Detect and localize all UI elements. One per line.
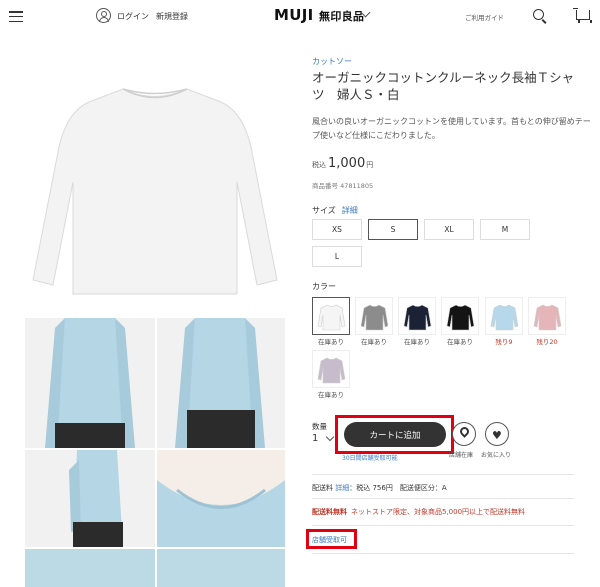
favorite-button[interactable]: ♥ [485, 422, 509, 446]
chevron-down-icon[interactable] [325, 432, 335, 442]
search-icon[interactable] [533, 9, 544, 20]
quantity-label: 数量 [312, 422, 327, 431]
user-icon[interactable] [96, 8, 111, 23]
add-to-cart-highlight: カートに追加 [335, 415, 454, 454]
site-header: ログイン 新規登録 MUJI 無印良品 ご利用ガイド [0, 0, 600, 34]
stock-status: 残り9 [495, 338, 513, 346]
product-thumbnail[interactable] [25, 549, 155, 587]
store-pickup-link[interactable]: 店舗受取可 [312, 535, 347, 545]
product-thumbnail[interactable] [157, 549, 285, 587]
product-thumbnail[interactable] [25, 450, 155, 547]
color-swatch-light-blue[interactable] [485, 297, 523, 335]
stock-status: 在庫あり [447, 338, 473, 346]
pickup-note[interactable]: 30日間店舗受取可能 [342, 453, 398, 462]
free-shipping-info: 配送料無料 ネットストア限定、対象商品5,000円以上で配送料無料 [312, 508, 526, 516]
store-stock-button[interactable] [452, 422, 476, 446]
main-product-image[interactable] [25, 62, 285, 307]
menu-icon[interactable] [9, 11, 23, 22]
price: 税込 1,000 円 [312, 156, 374, 171]
color-swatch-navy[interactable] [398, 297, 436, 335]
store-stock-label: 店舗在庫 [449, 452, 474, 459]
muji-logo[interactable]: MUJI 無印良品 [274, 6, 364, 24]
price-value: 1,000 [328, 156, 366, 171]
quantity-select[interactable]: 1 [312, 433, 318, 444]
color-label: カラー [312, 282, 336, 291]
login-link[interactable]: ログイン [117, 11, 149, 22]
register-link[interactable]: 新規登録 [156, 11, 188, 22]
stock-status: 在庫あり [318, 391, 344, 399]
size-option[interactable]: XS [312, 219, 362, 240]
color-swatch-pink[interactable] [528, 297, 566, 335]
product-thumbnail[interactable] [25, 318, 155, 448]
divider [312, 498, 574, 499]
color-swatch-white[interactable] [312, 297, 350, 335]
size-detail-link[interactable]: 詳細 [342, 206, 358, 215]
color-swatch-gray[interactable] [355, 297, 393, 335]
size-option[interactable]: L [312, 246, 362, 267]
location-pin-icon [458, 425, 471, 438]
guide-link[interactable]: ご利用ガイド [465, 12, 504, 22]
size-label: サイズ 詳細 [312, 206, 358, 215]
store-pickup-highlight: 店舗受取可 [306, 529, 357, 549]
size-option[interactable]: M [480, 219, 530, 240]
cart-icon[interactable] [573, 8, 592, 23]
heart-icon: ♥ [492, 429, 502, 442]
size-option[interactable]: XL [424, 219, 474, 240]
divider [312, 525, 574, 526]
product-thumbnail[interactable] [157, 318, 285, 448]
shipping-detail-link[interactable]: 詳細 [335, 484, 349, 492]
size-option[interactable]: S [368, 219, 418, 240]
shipping-info: 配送料 詳細：税込 756円 配送便区分：A [312, 484, 447, 492]
product-category[interactable]: カットソー [312, 56, 352, 67]
divider [312, 474, 574, 475]
color-swatch-lavender[interactable] [312, 350, 350, 388]
stock-status: 在庫あり [318, 338, 344, 346]
stock-status: 残り20 [536, 338, 558, 346]
divider [312, 553, 574, 554]
stock-status: 在庫あり [404, 338, 430, 346]
product-title: オーガニックコットンクルーネック長袖Ｔシャツ 婦人Ｓ・白 [312, 70, 575, 102]
product-thumbnail[interactable] [157, 450, 285, 547]
product-number: 商品番号 47811805 [312, 182, 374, 190]
stock-status: 在庫あり [361, 338, 387, 346]
color-swatch-black[interactable] [441, 297, 479, 335]
product-description: 風合いの良いオーガニックコットンを使用しています。首もとの伸び留めテープ使いなど… [312, 117, 591, 140]
favorite-label: お気に入り [481, 452, 512, 459]
add-to-cart-button[interactable]: カートに追加 [344, 422, 446, 447]
